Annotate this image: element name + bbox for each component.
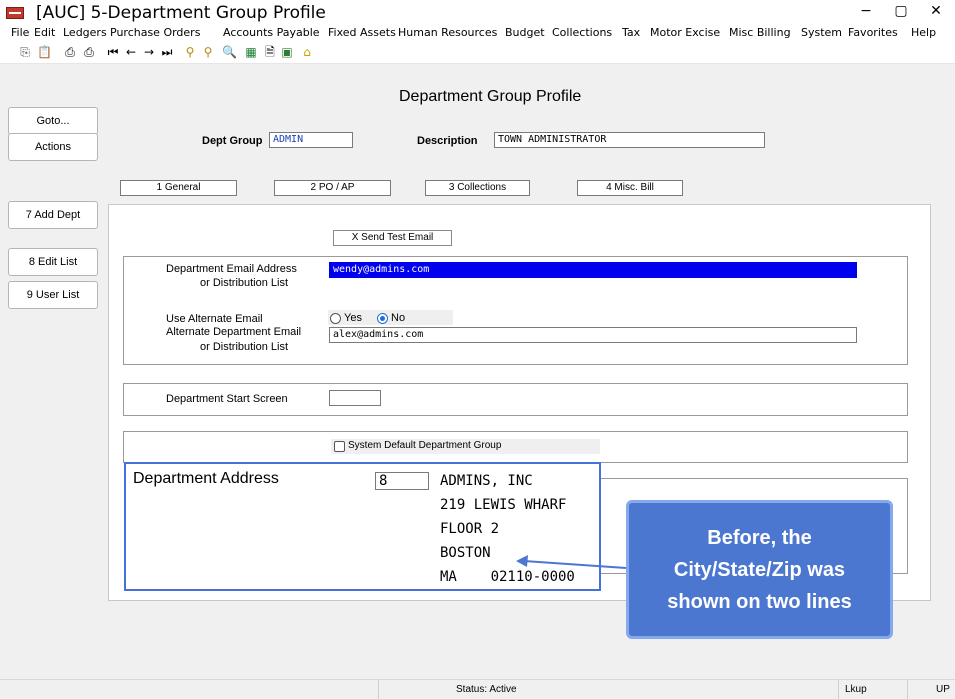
callout-note: Before, the City/State/Zip was shown on … (626, 500, 893, 639)
lkup-indicator: Lkup (845, 684, 867, 695)
callout-line-3: shown on two lines (667, 590, 852, 613)
mode-indicator: UP (936, 684, 950, 695)
status-bar: Status: Active Lkup UP (0, 679, 955, 699)
callout-line-2: City/State/Zip was (673, 558, 846, 581)
callout-line-1: Before, the (707, 526, 812, 549)
status-text: Status: Active (456, 684, 517, 695)
